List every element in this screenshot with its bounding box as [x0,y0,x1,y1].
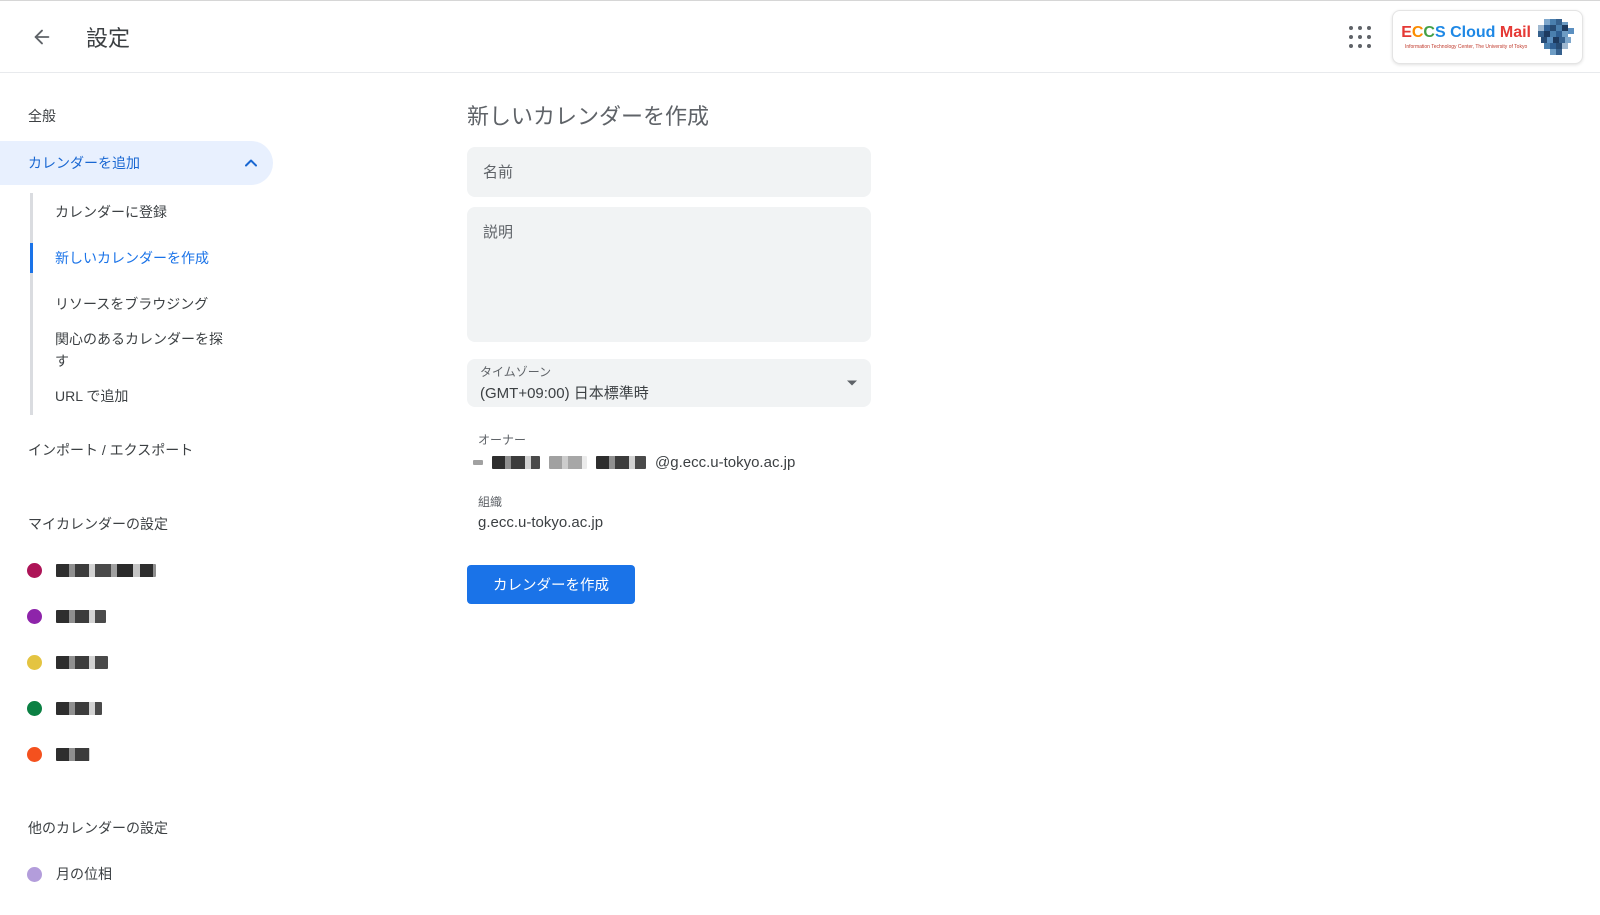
eccs-logo-subtitle: Information Technology Center, The Unive… [1405,44,1527,50]
my-calendar-item[interactable] [0,639,440,685]
owner-email: @g.ecc.u-tokyo.ac.jp [467,454,871,471]
calendar-color-dot [27,747,42,762]
chevron-up-icon [245,159,257,167]
account-logo-card[interactable]: ECCS Cloud Mail Information Technology C… [1392,10,1583,64]
calendar-color-dot [27,655,42,670]
back-button[interactable] [22,17,62,57]
logo-letter: C [1412,24,1424,41]
organization-label: 組織 [467,493,871,510]
redacted-calendar-name [56,748,90,761]
avatar-mosaic-icon[interactable] [1538,19,1574,55]
sidebar-item-label: 全般 [28,106,56,126]
logo-letter: C [1423,24,1435,41]
redacted-email-part [473,460,483,465]
back-arrow-icon [31,26,53,48]
owner-email-domain: @g.ecc.u-tokyo.ac.jp [655,454,795,471]
sidebar-item-general[interactable]: 全般 [0,93,440,139]
calendar-color-dot [27,563,42,578]
apps-grid-button[interactable] [1340,17,1380,57]
content-area: 全般 カレンダーを追加 カレンダーに登録 新しいカレンダーを作成 リソースをブラ… [0,73,1600,914]
create-calendar-form: タイムゾーン (GMT+09:00) 日本標準時 オーナー @g.ecc.u-t… [467,131,871,604]
main-panel: 新しいカレンダーを作成 タイムゾーン (GMT+09:00) 日本標準時 オーナ… [440,73,1600,914]
logo-word-mail: Mail [1500,24,1531,41]
eccs-logo-title: ECCS Cloud Mail [1401,24,1531,42]
selected-indicator [30,243,33,273]
my-calendar-item[interactable] [0,685,440,731]
other-calendar-item-moon-phases[interactable]: 月の位相 [0,851,440,897]
timezone-select[interactable]: タイムゾーン (GMT+09:00) 日本標準時 [467,359,871,407]
logo-letter: E [1401,24,1412,41]
calendar-name-input[interactable] [467,147,871,197]
add-calendar-sublist: カレンダーに登録 新しいカレンダーを作成 リソースをブラウジング 関心のあるカレ… [0,189,440,419]
sidebar-item-label: リソースをブラウジング [55,293,208,315]
other-calendars-heading: 他のカレンダーの設定 [0,805,440,851]
redacted-calendar-name [56,610,106,623]
my-calendars-heading: マイカレンダーの設定 [0,501,440,547]
sidebar-item-label: 関心のあるカレンダーを探す [55,328,233,372]
calendar-item-label: 月の位相 [56,864,112,884]
redacted-email-part [596,456,646,469]
sidebar-item-from-url[interactable]: URL で追加 [0,373,440,419]
logo-letter: S [1435,24,1446,41]
sidebar-item-create-new-calendar[interactable]: 新しいカレンダーを作成 [0,235,440,281]
my-calendar-item[interactable] [0,547,440,593]
sidebar-item-label: 新しいカレンダーを作成 [55,247,209,269]
apps-grid-icon [1348,25,1372,49]
calendar-color-dot [27,609,42,624]
redacted-email-part [549,456,587,469]
organization-value: g.ecc.u-tokyo.ac.jp [467,514,871,531]
timezone-label: タイムゾーン [480,363,835,380]
redacted-calendar-name [56,656,108,669]
settings-sidebar: 全般 カレンダーを追加 カレンダーに登録 新しいカレンダーを作成 リソースをブラ… [0,73,440,914]
sidebar-item-import-export[interactable]: インポート / エクスポート [0,427,440,473]
header: 設定 ECCS Cloud Mail Information Technolog… [0,0,1600,73]
calendar-color-dot [27,867,42,882]
redacted-calendar-name [56,564,156,577]
calendar-description-input[interactable] [467,207,871,342]
redacted-email-part [492,456,540,469]
calendar-color-dot [27,701,42,716]
create-calendar-button[interactable]: カレンダーを作成 [467,565,635,604]
owner-label: オーナー [467,431,871,448]
my-calendar-item[interactable] [0,731,440,777]
sidebar-item-label: カレンダーに登録 [55,201,167,223]
sidebar-item-label: URL で追加 [55,385,128,407]
logo-word-cloud: Cloud [1446,24,1500,41]
page-title: 設定 [86,21,130,53]
sidebar-item-add-calendar[interactable]: カレンダーを追加 [0,141,273,185]
redacted-calendar-name [56,702,102,715]
sidebar-item-label: インポート / エクスポート [28,440,193,460]
timezone-value: (GMT+09:00) 日本標準時 [480,382,835,403]
my-calendar-item[interactable] [0,593,440,639]
sidebar-item-subscribe-calendar[interactable]: カレンダーに登録 [0,189,440,235]
sidebar-item-label: カレンダーを追加 [28,153,140,173]
eccs-logo: ECCS Cloud Mail Information Technology C… [1401,24,1531,50]
section-heading: 新しいカレンダーを作成 [467,99,1600,131]
sidebar-item-browse-resources[interactable]: リソースをブラウジング [0,281,440,327]
dropdown-arrow-icon [847,381,857,386]
sidebar-item-browse-calendars-of-interest[interactable]: 関心のあるカレンダーを探す [0,327,440,373]
